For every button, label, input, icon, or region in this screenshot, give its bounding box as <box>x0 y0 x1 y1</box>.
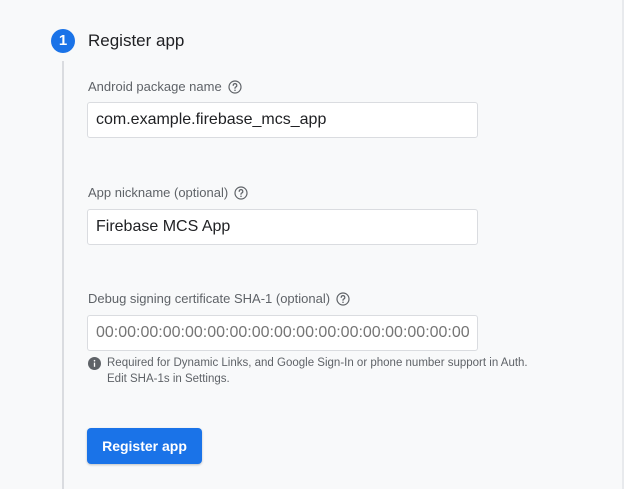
help-circle-icon[interactable] <box>234 186 248 200</box>
package-name-field[interactable] <box>87 102 478 138</box>
hint-line-1: Required for Dynamic Links, and Google S… <box>107 357 528 369</box>
package-name-label: Android package name <box>88 78 242 96</box>
nickname-field[interactable] <box>87 209 478 245</box>
sha1-hint: Required for Dynamic Links, and Google S… <box>88 355 528 387</box>
hint-line-2: Edit SHA-1s in Settings. <box>107 373 230 385</box>
step-title: Register app <box>88 31 185 50</box>
register-app-button[interactable]: Register app <box>87 428 202 464</box>
register-app-page: 1 Register app Android package name App … <box>0 0 624 489</box>
package-name-label-text: Android package name <box>88 79 222 94</box>
step-connector-line <box>62 61 64 489</box>
package-name-input[interactable] <box>88 103 477 137</box>
info-icon <box>88 357 101 370</box>
step-number-badge: 1 <box>51 29 75 53</box>
sha1-input[interactable] <box>88 316 477 350</box>
nickname-label: App nickname (optional) <box>88 184 248 202</box>
sha1-field[interactable] <box>87 315 478 351</box>
nickname-input[interactable] <box>88 210 477 244</box>
nickname-label-text: App nickname (optional) <box>88 185 229 200</box>
hint-text: Required for Dynamic Links, and Google S… <box>107 355 528 387</box>
help-circle-icon[interactable] <box>336 292 350 306</box>
sha1-label: Debug signing certificate SHA-1 (optiona… <box>88 290 350 308</box>
sha1-label-text: Debug signing certificate SHA-1 (optiona… <box>88 291 331 306</box>
help-circle-icon[interactable] <box>228 80 242 94</box>
